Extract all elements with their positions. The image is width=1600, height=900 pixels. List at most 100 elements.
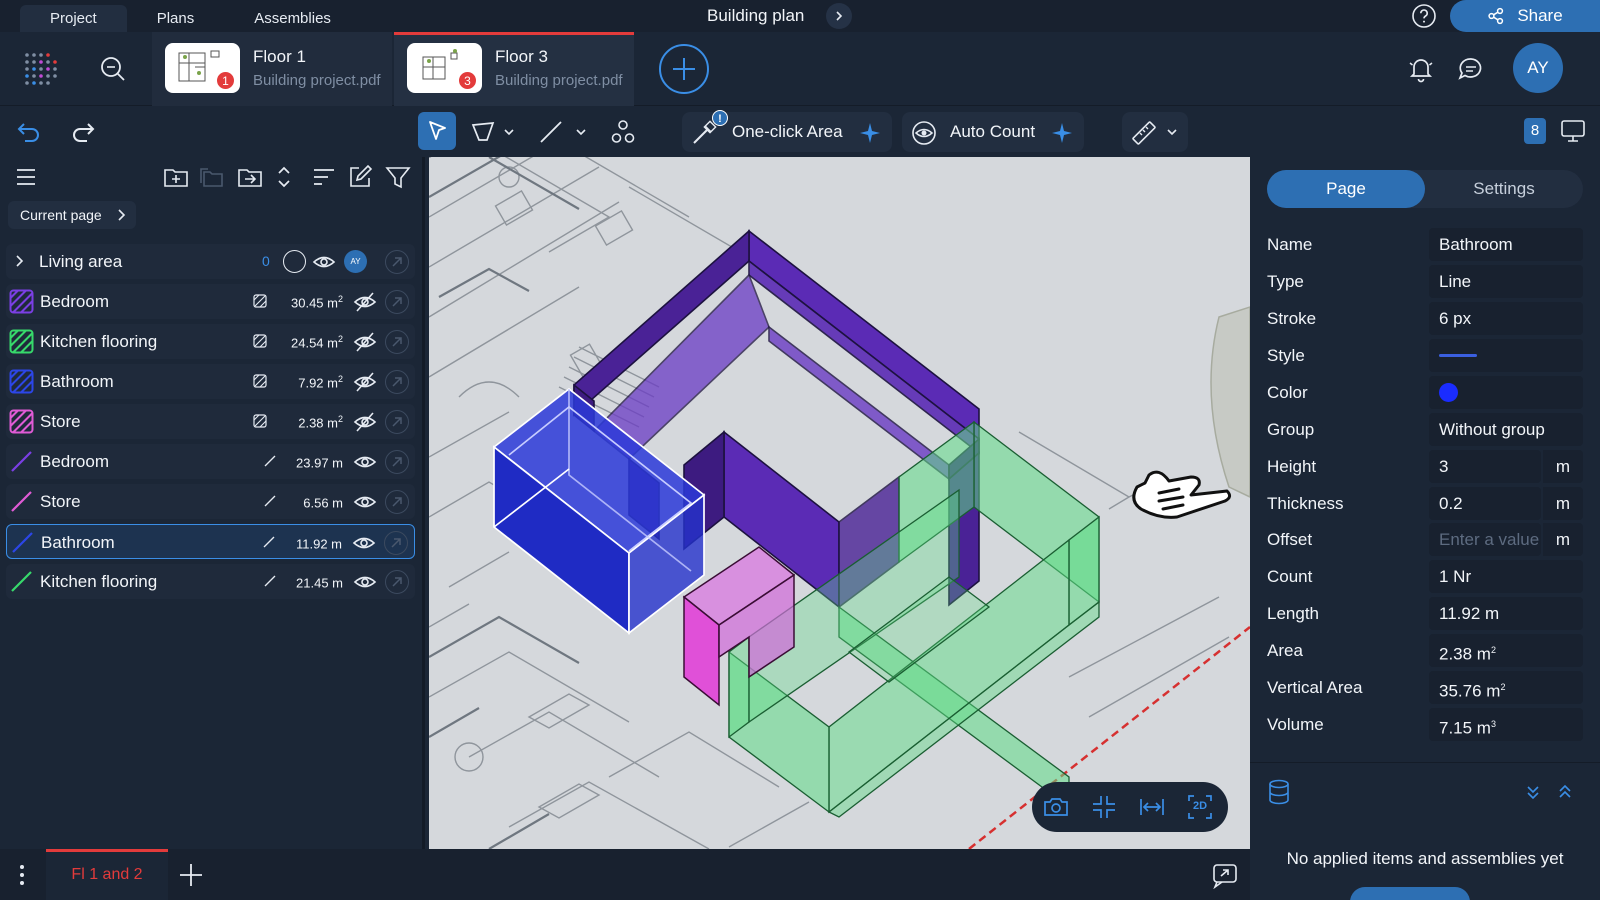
- list-item[interactable]: Kitchen flooring 24.54 m2: [6, 324, 415, 359]
- fit-width-icon[interactable]: [1138, 793, 1166, 821]
- list-item-label: Kitchen flooring: [40, 572, 158, 591]
- file-tab-floor-3[interactable]: 3 Floor 3 Building project.pdf: [394, 32, 634, 106]
- select-tool-button[interactable]: [418, 112, 456, 150]
- type-select[interactable]: Line: [1429, 265, 1583, 298]
- sheet-tab[interactable]: Fl 1 and 2: [46, 849, 168, 900]
- chevron-down-icon: [1167, 129, 1177, 136]
- site-boundary: [1210, 306, 1250, 498]
- open-arrow-icon[interactable]: [385, 410, 409, 434]
- expand-collapse-icon[interactable]: [274, 163, 302, 191]
- sort-icon[interactable]: [310, 163, 338, 191]
- list-item[interactable]: Store 6.56 m: [6, 484, 415, 519]
- eye-icon[interactable]: [353, 571, 377, 593]
- list-item[interactable]: Kitchen flooring 21.45 m: [6, 564, 415, 599]
- volume-unit-sup: 3: [1490, 719, 1496, 729]
- filter-icon[interactable]: [384, 163, 412, 191]
- line-tool-dropdown[interactable]: [572, 115, 590, 149]
- list-item[interactable]: Bedroom 30.45 m2: [6, 284, 415, 319]
- eye-off-icon[interactable]: [353, 291, 377, 313]
- share-button[interactable]: Share: [1450, 0, 1600, 32]
- polygon-tool-button[interactable]: [466, 115, 500, 149]
- notification-bell-icon[interactable]: [1406, 54, 1436, 84]
- top-bar: Project Plans Assemblies Building plan S…: [0, 0, 1600, 33]
- monitor-icon[interactable]: [1556, 114, 1590, 148]
- chat-icon[interactable]: [1456, 54, 1486, 84]
- plan-drawing: [429, 157, 1250, 849]
- tab-project[interactable]: Project: [20, 5, 127, 33]
- list-item[interactable]: Store 2.38 m2: [6, 404, 415, 439]
- help-icon[interactable]: [1411, 3, 1437, 29]
- add-file-button[interactable]: [659, 44, 709, 94]
- stroke-select[interactable]: 6 px: [1429, 302, 1583, 335]
- double-chevron-down-icon[interactable]: [1524, 783, 1542, 801]
- chevron-right-icon: [16, 255, 24, 267]
- ruler-icon: [1132, 121, 1156, 145]
- chat-export-icon[interactable]: [1211, 861, 1239, 890]
- eye-icon[interactable]: [353, 451, 377, 473]
- open-arrow-icon[interactable]: [384, 531, 408, 555]
- offset-input[interactable]: Enter a value: [1429, 523, 1541, 556]
- file-bar: 1 Floor 1 Building project.pdf 3 Floor 3…: [0, 32, 1600, 106]
- count-tool-button[interactable]: [606, 115, 640, 149]
- eye-icon[interactable]: [352, 532, 376, 554]
- measure-tool-button[interactable]: [1122, 112, 1188, 152]
- move-to-folder-icon[interactable]: [236, 163, 264, 191]
- list-item[interactable]: Bathroom 11.92 m: [6, 524, 415, 559]
- height-input[interactable]: 3: [1429, 450, 1541, 483]
- tab-page[interactable]: Page: [1267, 170, 1425, 208]
- sparkle-icon: [1052, 123, 1072, 143]
- database-icon[interactable]: [1266, 778, 1292, 806]
- undo-icon[interactable]: [12, 115, 46, 149]
- group-row-living-area[interactable]: Living area 0 AY: [6, 244, 415, 279]
- open-arrow-icon[interactable]: [385, 570, 409, 594]
- eye-off-icon[interactable]: [353, 411, 377, 433]
- style-select[interactable]: [1429, 339, 1583, 372]
- list-item[interactable]: Bedroom 23.97 m: [6, 444, 415, 479]
- tab-assemblies[interactable]: Assemblies: [224, 5, 361, 33]
- group-select[interactable]: Without group: [1429, 413, 1583, 446]
- camera-icon[interactable]: [1042, 793, 1070, 821]
- file-tab-floor-1[interactable]: 1 Floor 1 Building project.pdf: [152, 32, 392, 106]
- eye-icon[interactable]: [353, 491, 377, 513]
- redo-icon[interactable]: [66, 115, 100, 149]
- polygon-tool-dropdown[interactable]: [500, 115, 518, 149]
- open-arrow-icon[interactable]: [385, 370, 409, 394]
- circle-toggle-icon[interactable]: [283, 250, 306, 273]
- plan-canvas[interactable]: 2D: [429, 157, 1250, 849]
- app-root: Project Plans Assemblies Building plan S…: [0, 0, 1600, 900]
- eye-icon[interactable]: [312, 252, 336, 272]
- edit-icon[interactable]: [346, 163, 374, 191]
- open-arrow-icon[interactable]: [385, 330, 409, 354]
- more-vertical-icon[interactable]: [10, 861, 34, 889]
- line-tool-button[interactable]: [534, 115, 568, 149]
- add-assembly-button[interactable]: [1350, 887, 1470, 900]
- eye-off-icon[interactable]: [353, 331, 377, 353]
- eye-off-icon[interactable]: [353, 371, 377, 393]
- takeoff-list: Living area 0 AY Bedroom 30.45 m2 Kitchen …: [6, 244, 415, 604]
- tab-settings[interactable]: Settings: [1425, 170, 1583, 208]
- app-logo-icon[interactable]: [24, 52, 60, 88]
- double-chevron-up-icon[interactable]: [1556, 783, 1574, 801]
- view-2d-toggle[interactable]: 2D: [1186, 793, 1214, 821]
- user-avatar[interactable]: AY: [1513, 43, 1563, 93]
- open-arrow-icon[interactable]: [385, 490, 409, 514]
- add-folder-icon[interactable]: [162, 163, 190, 191]
- list-item[interactable]: Bathroom 7.92 m2: [6, 364, 415, 399]
- current-page-selector[interactable]: Current page: [8, 201, 136, 229]
- thickness-input[interactable]: 0.2: [1429, 487, 1541, 520]
- search-icon[interactable]: [98, 54, 128, 84]
- open-arrow-icon[interactable]: [385, 450, 409, 474]
- menu-icon[interactable]: [12, 163, 40, 191]
- name-field[interactable]: Bathroom: [1429, 228, 1583, 261]
- color-picker[interactable]: [1429, 376, 1583, 409]
- list-item-quantity: 11.92 m: [296, 535, 342, 551]
- chevron-right-icon[interactable]: [826, 3, 852, 29]
- quantity-value: 24.54 m: [291, 335, 338, 351]
- open-arrow-icon[interactable]: [385, 250, 409, 274]
- collapse-icon[interactable]: [1090, 793, 1118, 821]
- area-number: 2.38 m: [1439, 644, 1491, 664]
- prop-color: Color: [1267, 376, 1583, 409]
- open-arrow-icon[interactable]: [385, 290, 409, 314]
- add-sheet-icon[interactable]: [177, 861, 205, 889]
- tab-plans[interactable]: Plans: [127, 5, 225, 33]
